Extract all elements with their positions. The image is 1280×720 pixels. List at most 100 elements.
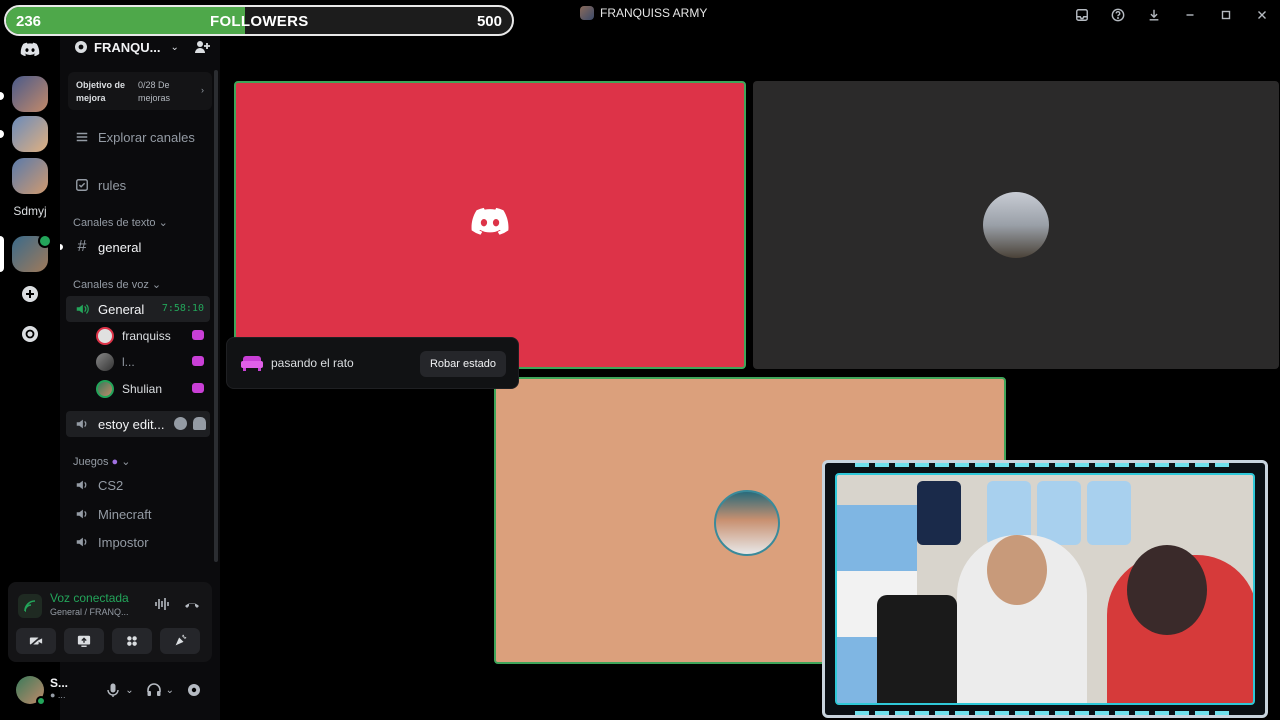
category-label: Canales de texto [73,217,156,229]
window-title: FRANQUISS ARMY [600,6,708,20]
selected-indicator [0,236,4,272]
add-server-button[interactable] [14,278,46,310]
help-icon [1111,8,1125,22]
microphone-icon[interactable] [105,682,121,698]
avatar [96,327,114,345]
help-button[interactable] [1100,1,1136,29]
channel-actions [174,417,206,430]
channel-rules-label: rules [98,177,127,193]
voice-channel-label: Impostor [98,534,149,550]
user-panel: S... ● ... ⌄ ⌄ [8,668,212,712]
activity-icon [192,356,204,366]
steal-status-button[interactable]: Robar estado [419,351,506,377]
activity-text: pasando el rato [271,356,354,370]
chevron-right-icon: › [201,85,204,95]
waveform-icon[interactable] [154,596,170,612]
voice-channel-cs2[interactable]: CS2 [66,472,210,498]
soundboard-button[interactable] [160,628,200,654]
activities-button[interactable] [112,628,152,654]
category-games[interactable]: Juegos ● ⌄ [73,455,130,468]
frame-decoration [855,463,1235,467]
close-button[interactable] [1244,1,1280,29]
signal-icon[interactable] [18,594,42,618]
user-status: ● ... [50,690,66,700]
server-icon-1[interactable] [12,76,48,112]
chevron-down-icon[interactable]: ⌄ [125,685,133,696]
screen-share-button[interactable] [64,628,104,654]
server-icon-3[interactable] [12,158,48,194]
window-controls [1064,0,1280,30]
voice-channel-impostor[interactable]: Impostor [66,529,210,555]
video-tile-member-2[interactable] [753,81,1279,369]
boost-label: Objetivo de mejora [76,80,126,103]
minimize-button[interactable] [1172,1,1208,29]
voice-member[interactable]: franquiss [96,325,210,347]
voice-connected-panel: Voz conectada General / FRANQ... [8,582,212,662]
unread-indicator [0,130,4,138]
member-name: Shulian [122,382,163,396]
discover-button[interactable] [14,318,46,350]
voice-channel-general[interactable]: General 7:58:10 [66,296,210,322]
screen-share-icon [77,635,91,647]
download-button[interactable] [1136,1,1172,29]
unread-indicator [60,244,63,250]
voice-active-badge [38,234,52,248]
followers-label: FOLLOWERS [210,13,309,30]
voice-action-buttons [16,628,200,654]
activities-icon [127,636,137,646]
channel-rules[interactable]: rules [66,172,210,198]
soundboard-icon [175,634,187,646]
inbox-button[interactable] [1064,1,1100,29]
channel-general-text[interactable]: # general [66,234,210,260]
frame-decoration [855,711,1235,715]
invite-icon[interactable] [194,39,210,55]
voice-status-sub[interactable]: General / FRANQ... [50,607,129,617]
activity-icon [192,383,204,393]
followers-goal-bar: 236 FOLLOWERS 500 [4,5,514,36]
category-voice-channels[interactable]: Canales de voz ⌄ [73,278,161,291]
chat-icon[interactable] [174,417,187,430]
chair [877,595,957,703]
unread-indicator [0,92,4,100]
person-2-head [1127,545,1207,635]
couch-icon [241,356,263,371]
server-text-sdmyj[interactable]: Sdmyj [6,204,54,218]
server-icon [580,6,594,20]
disconnect-icon[interactable] [184,596,200,612]
invite-icon[interactable] [193,417,206,430]
gear-icon[interactable] [186,682,202,698]
video-tile-franquiss[interactable] [234,81,746,369]
voice-timer: 7:58:10 [161,303,204,314]
home-button[interactable] [12,32,48,68]
channel-list-icon [74,129,90,145]
shirt-4 [1087,481,1131,545]
user-controls: ⌄ ⌄ [105,682,202,698]
explore-channels[interactable]: Explorar canales [66,124,210,150]
sidebar-scrollbar[interactable] [214,70,218,562]
user-name[interactable]: S... [50,676,68,690]
server-icon-2[interactable] [12,116,48,152]
maximize-button[interactable] [1208,1,1244,29]
inbox-icon [1076,9,1088,21]
camera-off-button[interactable] [16,628,56,654]
voice-member[interactable]: l... [96,351,210,373]
voice-channel-estoy-edit[interactable]: estoy edit... [66,411,210,437]
close-icon [1258,11,1266,19]
headphones-icon[interactable] [146,682,162,698]
category-text-channels[interactable]: Canales de texto ⌄ [73,216,168,229]
voice-status-title[interactable]: Voz conectada [50,591,129,605]
server-icon-franquiss-army[interactable] [12,234,52,272]
speaker-icon [74,416,90,432]
boost-goal-card[interactable]: Objetivo de mejora 0/28 De mejoras › [68,72,212,110]
voice-channel-minecraft[interactable]: Minecraft [66,501,210,527]
camera-off-icon [29,635,43,647]
channel-general-label: general [98,239,142,255]
boost-value: 0/28 De mejoras [138,80,171,103]
compass-icon [22,326,38,342]
avatar [983,192,1049,258]
avatar [96,380,114,398]
voice-channel-label: General [98,301,145,317]
chevron-down-icon[interactable]: ⌄ [166,685,174,696]
voice-member[interactable]: Shulian [96,378,210,400]
webcam-overlay [822,460,1268,718]
